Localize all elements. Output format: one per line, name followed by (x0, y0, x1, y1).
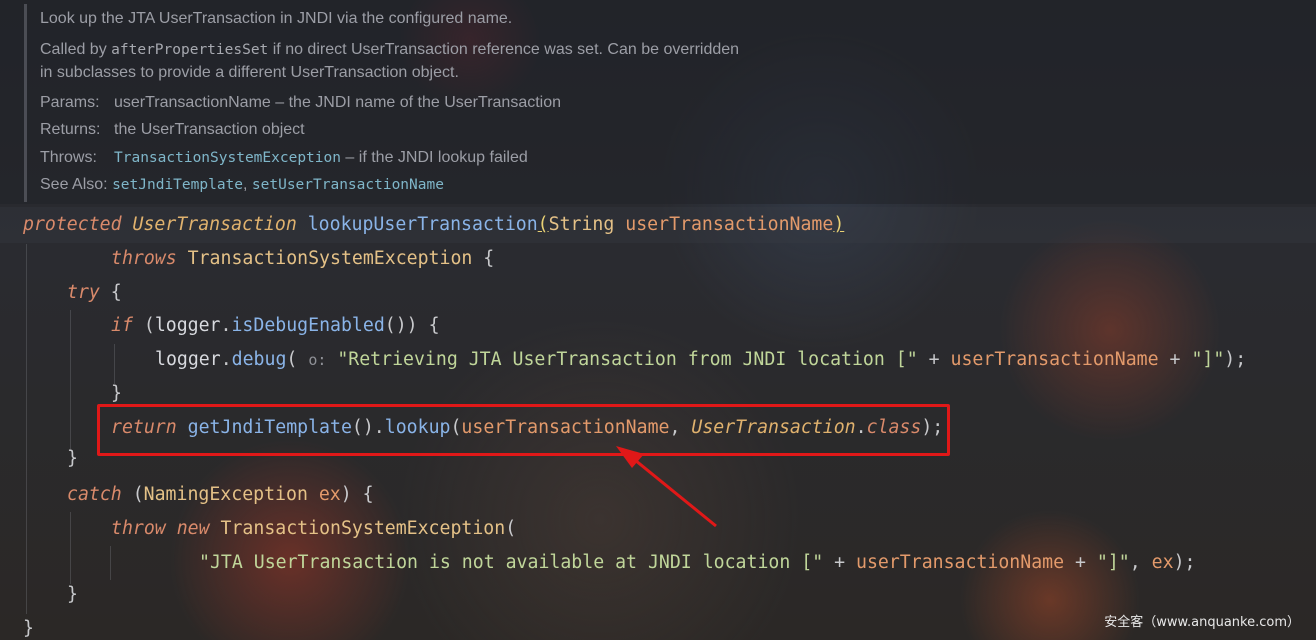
doc-summary: Look up the JTA UserTransaction in JNDI … (40, 10, 512, 28)
comma: , (1129, 552, 1152, 573)
operator: + (917, 349, 951, 370)
param-ref: userTransactionName (950, 349, 1159, 370)
paren: ( (505, 518, 517, 539)
doc-called-by-method: afterPropertiesSet (111, 42, 269, 58)
highlight-box (97, 404, 950, 456)
doc-called-by: Called by afterPropertiesSet if no direc… (40, 41, 739, 59)
string-literal: "]" (1096, 552, 1130, 573)
doc-comment-bar (24, 4, 27, 202)
operator: + (1158, 349, 1192, 370)
dot: . (220, 315, 232, 336)
doc-called-by-suffix: if no direct UserTransaction reference w… (268, 41, 740, 58)
string-literal: "Retrieving JTA UserTransaction from JND… (326, 349, 918, 370)
indent-guide (70, 512, 71, 584)
param-type: String (548, 214, 615, 235)
indent-guide (70, 310, 71, 450)
brace: } (67, 448, 78, 469)
parameter-hint: o: (308, 351, 327, 369)
doc-returns-text: the UserTransaction object (114, 121, 305, 138)
paren: ( (286, 349, 309, 370)
doc-params: Params: userTransactionName – the JNDI na… (40, 94, 561, 112)
punctuation: ()) { (384, 315, 440, 336)
arrow-shaft (629, 454, 717, 528)
doc-see-also: See Also: setJndiTemplate, setUserTransa… (40, 176, 444, 194)
doc-throws-text: – if the JNDI lookup failed (340, 149, 528, 166)
method-call: debug (231, 349, 287, 370)
code-line-debug[interactable]: logger.debug( o: "Retrieving JTA UserTra… (155, 343, 1316, 377)
dot: . (220, 349, 232, 370)
code-line-signature[interactable]: protected UserTransaction lookupUserTran… (23, 208, 1316, 242)
indent-guide (110, 546, 111, 580)
doc-throws: Throws: TransactionSystemException – if t… (40, 149, 528, 167)
arrow-icon (616, 446, 717, 528)
paren: ( (121, 484, 144, 505)
punctuation: ); (1224, 349, 1247, 370)
code-line-try[interactable]: try { (67, 276, 1316, 310)
paren: ( (132, 315, 155, 336)
doc-returns: Returns: the UserTransaction object (40, 121, 305, 139)
doc-called-by-line2-text: in subclasses to provide a different Use… (40, 64, 459, 81)
doc-params-label: Params: (40, 94, 100, 111)
catch-var: ex (307, 484, 341, 505)
keyword-catch: catch (67, 484, 122, 505)
doc-returns-label: Returns: (40, 121, 101, 138)
keyword-throws: throws (111, 248, 177, 269)
logger-var: logger (154, 315, 221, 336)
operator: + (1064, 552, 1097, 573)
keyword-protected: protected (23, 214, 122, 235)
code-line-throws[interactable]: throws TransactionSystemException { (111, 242, 1316, 276)
doc-see-also-separator: , (243, 176, 252, 193)
string-literal: "JTA UserTransaction is not available at… (199, 552, 824, 573)
keyword-try: try (67, 282, 100, 303)
doc-throws-label: Throws: (40, 149, 97, 166)
brace: { (472, 248, 495, 269)
close-paren: ) (833, 214, 845, 235)
operator: + (823, 552, 856, 573)
keyword-new: new (176, 518, 210, 539)
doc-comment-panel: Look up the JTA UserTransaction in JNDI … (0, 0, 1316, 204)
exception-type: TransactionSystemException (187, 248, 473, 269)
code-line-catch-close[interactable]: } (67, 578, 1316, 612)
punctuation: ); (1173, 552, 1196, 573)
logger-var: logger (155, 349, 221, 370)
brace: { (99, 282, 122, 303)
doc-see-also-link-2[interactable]: setUserTransactionName (252, 177, 444, 193)
exception-type: NamingException (143, 484, 308, 505)
doc-called-by-prefix: Called by (40, 41, 112, 58)
doc-see-also-label: See Also: (40, 176, 108, 193)
brace: } (23, 618, 34, 639)
open-paren: ( (537, 214, 549, 235)
code-line-if[interactable]: if (logger.isDebugEnabled()) { (111, 309, 1316, 343)
param-name: userTransactionName (625, 214, 834, 235)
method-name: lookupUserTransaction (307, 214, 538, 235)
doc-params-text: userTransactionName – the JNDI name of t… (114, 94, 562, 111)
keyword-throw: throw (111, 518, 166, 539)
doc-see-also-link-1[interactable]: setJndiTemplate (112, 177, 243, 193)
indent-guide (26, 244, 27, 614)
punctuation: ) { (340, 484, 374, 505)
doc-called-by-line2: in subclasses to provide a different Use… (40, 64, 459, 82)
doc-throws-link[interactable]: TransactionSystemException (114, 150, 341, 166)
method-call: isDebugEnabled (231, 315, 385, 336)
code-line-throw-args[interactable]: "JTA UserTransaction is not available at… (199, 546, 1316, 580)
exception-type: TransactionSystemException (220, 518, 506, 539)
param-ref: userTransactionName (856, 552, 1065, 573)
brace: } (111, 383, 122, 404)
brace: } (67, 584, 78, 605)
watermark: 安全客（www.anquanke.com） (1104, 615, 1300, 630)
doc-summary-text: Look up the JTA UserTransaction in JNDI … (40, 10, 513, 27)
return-type: UserTransaction (132, 214, 297, 235)
string-literal: "]" (1191, 349, 1225, 370)
catch-var-ref: ex (1151, 552, 1174, 573)
keyword-if: if (111, 315, 133, 336)
